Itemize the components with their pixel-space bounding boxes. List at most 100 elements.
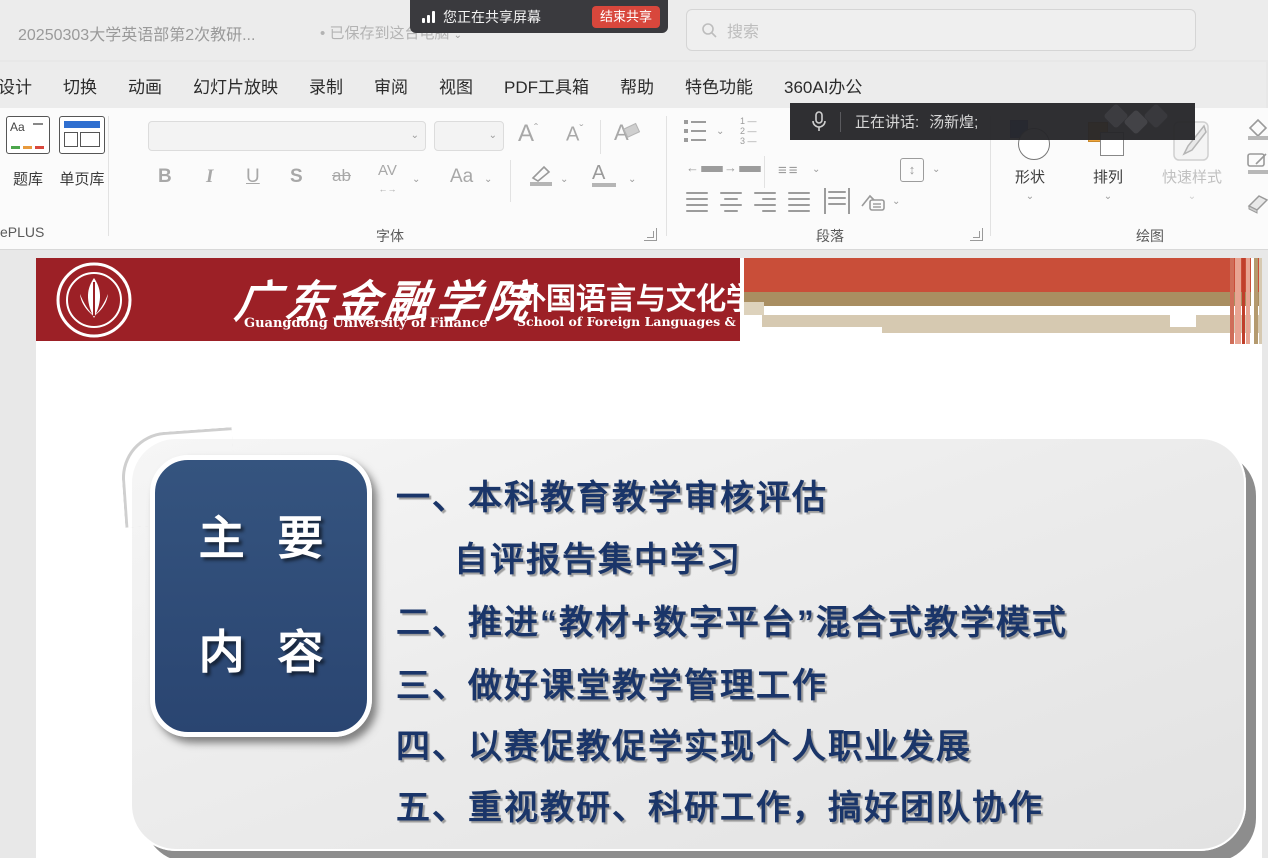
agenda-item-1: 一、本科教育教学审核评估 (396, 470, 828, 519)
slide-canvas[interactable]: 广东金融学院 Guangdong University of Finance 外… (36, 258, 1262, 858)
question-library-icon: Aa (6, 116, 50, 154)
highlighter-icon (528, 164, 554, 186)
increase-indent-button[interactable]: → (724, 160, 761, 175)
agenda-title-box[interactable]: 主 要 内 容 (150, 455, 372, 737)
text-direction-button[interactable]: ↕ (900, 158, 924, 182)
clear-format-button[interactable]: A (614, 120, 643, 146)
save-status-bullet: • (320, 25, 325, 42)
agenda-item-2: 二、推进“教材+数字平台”混合式教学模式 (396, 595, 1068, 644)
screen-share-toast: 您正在共享屏幕 结束共享 (410, 0, 668, 33)
templates-group-label: ePLUS (0, 224, 44, 240)
highlight-color-button[interactable] (528, 164, 554, 191)
eraser-button[interactable] (1246, 192, 1268, 219)
align-center-button[interactable] (720, 192, 742, 212)
chevron-down-icon[interactable]: ⌄ (628, 174, 636, 185)
font-group-label: 字体 (376, 226, 404, 246)
chevron-down-icon[interactable]: ⌄ (932, 164, 940, 175)
chevron-down-icon[interactable]: ⌄ (412, 174, 420, 185)
menu-review[interactable]: 审阅 (374, 73, 408, 98)
menu-bar: 设计 切换 动画 幻灯片放映 录制 审阅 视图 PDF工具箱 帮助 特色功能 3… (0, 62, 1266, 108)
outline-pen-icon (1246, 150, 1268, 174)
distribute-text-button[interactable] (824, 188, 850, 214)
decor-vstripe (1235, 258, 1241, 344)
font-color-button[interactable]: A (592, 162, 616, 187)
chevron-down-icon[interactable]: ⌄ (812, 164, 820, 175)
decor-vstripe (1242, 258, 1245, 344)
agenda-item-1b: 自评报告集中学习 (454, 532, 742, 581)
italic-button[interactable]: I (206, 166, 213, 188)
chevron-down-icon[interactable]: ⌄ (892, 196, 900, 207)
search-icon (701, 22, 717, 38)
decrease-indent-button[interactable]: ← (686, 160, 723, 175)
university-logo-icon (54, 260, 134, 340)
numbered-list-button[interactable]: 1 — 2 — 3 — (740, 116, 757, 146)
speaker-name: 汤新煌; (929, 111, 978, 132)
question-library-button[interactable]: Aa 题库 (4, 116, 52, 189)
share-message: 您正在共享屏幕 (443, 7, 541, 27)
decor-beige-bar (882, 327, 1262, 333)
align-left-button[interactable] (686, 192, 708, 212)
paragraph-group-label: 段落 (816, 226, 844, 246)
end-share-button[interactable]: 结束共享 (592, 6, 660, 28)
document-title: 20250303大学英语部第2次教研... (18, 21, 255, 45)
menu-transitions[interactable]: 切换 (63, 73, 97, 98)
toast-divider (840, 112, 841, 132)
shape-outline-button[interactable] (1246, 150, 1268, 179)
group-divider (108, 116, 109, 236)
menu-view[interactable]: 视图 (439, 73, 473, 98)
speaking-label: 正在讲话: (855, 111, 919, 132)
menu-pdf-toolbox[interactable]: PDF工具箱 (504, 73, 589, 98)
search-placeholder: 搜索 (727, 18, 759, 42)
menu-record[interactable]: 录制 (309, 73, 343, 98)
signal-bars-icon (422, 11, 435, 23)
drawing-group-label: 绘图 (1136, 226, 1164, 246)
bold-button[interactable]: B (158, 166, 172, 188)
agenda-item-5: 五、重视教研、科研工作，搞好团队协作 (396, 780, 1044, 829)
strikethrough-button[interactable]: ab (332, 166, 351, 186)
font-name-select[interactable]: ⌄ (148, 121, 426, 151)
decor-orange-band (744, 258, 1262, 292)
menu-help[interactable]: 帮助 (620, 73, 654, 98)
decor-vstripe (1259, 258, 1262, 344)
chevron-down-icon[interactable]: ⌄ (716, 126, 724, 137)
menu-animations[interactable]: 动画 (128, 73, 162, 98)
line-spacing-button[interactable]: ≡≡ (778, 162, 800, 179)
single-page-library-button[interactable]: 单页库 (56, 116, 108, 189)
agenda-item-4: 四、以赛促教促学实现个人职业发展 (396, 719, 972, 768)
meeting-app-logo (1107, 107, 1177, 137)
agenda-title-line1: 主 要 (165, 502, 367, 568)
decor-vstripe (1254, 258, 1258, 344)
mini-divider (764, 156, 765, 188)
shape-fill-button[interactable] (1246, 116, 1268, 145)
shadow-button[interactable]: S (290, 166, 303, 188)
convert-smartart-button[interactable] (860, 190, 886, 217)
align-right-button[interactable] (754, 192, 776, 212)
mini-divider (600, 120, 601, 154)
single-page-library-icon (59, 116, 105, 154)
font-size-select[interactable]: ⌄ (434, 121, 504, 151)
grow-font-button[interactable]: Aˆ (518, 120, 538, 148)
underline-button[interactable]: U (246, 166, 260, 188)
shrink-font-button[interactable]: Aˇ (566, 122, 583, 147)
menu-special-features[interactable]: 特色功能 (685, 73, 753, 98)
chevron-down-icon[interactable]: ⌄ (560, 174, 568, 185)
chevron-down-icon[interactable]: ⌄ (484, 174, 492, 185)
font-dialog-launcher-icon[interactable] (644, 228, 657, 241)
decor-vstripe (1246, 258, 1250, 344)
decor-vstripe (1230, 258, 1234, 344)
menu-360ai[interactable]: 360AI办公 (784, 73, 862, 98)
decor-tan-band (744, 292, 1262, 306)
change-case-button[interactable]: Aa (450, 166, 473, 188)
search-input[interactable]: 搜索 (686, 9, 1196, 51)
justify-button[interactable] (788, 192, 810, 212)
bullet-list-button[interactable] (684, 120, 706, 142)
university-name-english: Guangdong University of Finance (244, 316, 488, 331)
voice-speaking-toast: 正在讲话: 汤新煌; (790, 103, 1195, 140)
eraser-icon (1246, 192, 1268, 214)
decor-beige-notch (744, 302, 764, 315)
character-spacing-button[interactable]: AV←→ (378, 162, 397, 196)
menu-design[interactable]: 设计 (0, 73, 32, 98)
menu-slideshow[interactable]: 幻灯片放映 (193, 73, 278, 98)
fill-bucket-icon (1246, 116, 1268, 140)
paragraph-dialog-launcher-icon[interactable] (970, 228, 983, 241)
